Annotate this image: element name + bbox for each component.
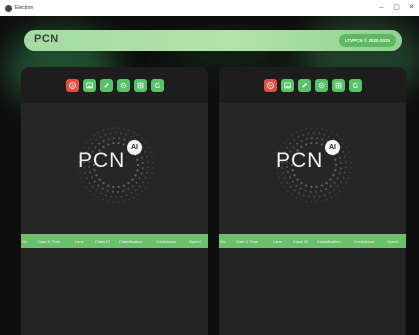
results-table-body [219, 248, 406, 335]
close-button[interactable]: ✕ [404, 0, 419, 16]
column-header-speed[interactable]: Speed [387, 239, 399, 244]
play-button[interactable] [263, 78, 277, 92]
refresh-button[interactable] [348, 78, 362, 92]
copyright-badge: LTVPCN © 2020-2025 [338, 34, 396, 47]
brand-logo: PCN [34, 33, 59, 45]
column-header-no[interactable]: No. [220, 239, 226, 244]
image-button[interactable] [82, 78, 96, 92]
results-table-header: No. Date & Time Lane Class ID Classification… [21, 234, 208, 248]
column-header-classification[interactable]: Classification [119, 239, 143, 244]
window-title: Electron [15, 5, 34, 11]
column-header-lane[interactable]: Lane [75, 239, 84, 244]
refresh-button[interactable] [150, 78, 164, 92]
refresh-icon [154, 82, 161, 89]
grid-button[interactable] [331, 78, 345, 92]
panel-toolbar [21, 67, 208, 103]
logo-text: PCN [276, 149, 324, 172]
pencil-icon [301, 82, 308, 89]
pcn-ai-logo: PCN AI [262, 123, 366, 207]
grid-icon [137, 82, 144, 89]
grid-icon [335, 82, 342, 89]
play-icon [68, 81, 76, 89]
pencil-button[interactable] [99, 78, 113, 92]
window-titlebar: Electron – ▢ ✕ [0, 0, 419, 16]
pencil-icon [103, 82, 110, 89]
window-controls: – ▢ ✕ [374, 0, 419, 16]
camera-panel-right: PCN AI No. Date & Time Lane Class ID Classif… [219, 67, 406, 335]
results-table-header: No. Date & Time Lane Class ID Classification… [219, 234, 406, 248]
pencil-button[interactable] [297, 78, 311, 92]
column-header-class-id[interactable]: Class ID [293, 239, 308, 244]
ai-badge: AI [127, 140, 142, 155]
gear-icon [120, 82, 127, 89]
gear-icon [318, 82, 325, 89]
play-icon [266, 81, 274, 89]
column-header-classification[interactable]: Classification [317, 239, 341, 244]
logo-text: PCN [78, 149, 126, 172]
header-bar: PCN LTVPCN © 2020-2025 [24, 30, 402, 51]
panel-toolbar [219, 67, 406, 103]
gear-button[interactable] [314, 78, 328, 92]
app-icon [5, 4, 12, 12]
column-header-no[interactable]: No. [22, 239, 28, 244]
ai-badge: AI [325, 140, 340, 155]
column-header-lane[interactable]: Lane [273, 239, 282, 244]
maximize-button[interactable]: ▢ [389, 0, 404, 16]
play-button[interactable] [65, 78, 79, 92]
grid-button[interactable] [133, 78, 147, 92]
pcn-ai-logo: PCN AI [64, 123, 168, 207]
app-content: PCN LTVPCN © 2020-2025 PCN AI No. Date & … [0, 16, 419, 335]
minimize-button[interactable]: – [374, 0, 389, 16]
column-header-confidence[interactable]: Confidence [354, 239, 374, 244]
gear-button[interactable] [116, 78, 130, 92]
results-table-body [21, 248, 208, 335]
column-header-speed[interactable]: Speed [189, 239, 201, 244]
column-header-class-id[interactable]: Class ID [95, 239, 110, 244]
camera-panel-left: PCN AI No. Date & Time Lane Class ID Classif… [21, 67, 208, 335]
column-header-confidence[interactable]: Confidence [156, 239, 176, 244]
column-header-date-time[interactable]: Date & Time [236, 239, 258, 244]
refresh-icon [352, 82, 359, 89]
image-button[interactable] [280, 78, 294, 92]
image-icon [283, 82, 291, 89]
image-icon [85, 82, 93, 89]
column-header-date-time[interactable]: Date & Time [38, 239, 60, 244]
